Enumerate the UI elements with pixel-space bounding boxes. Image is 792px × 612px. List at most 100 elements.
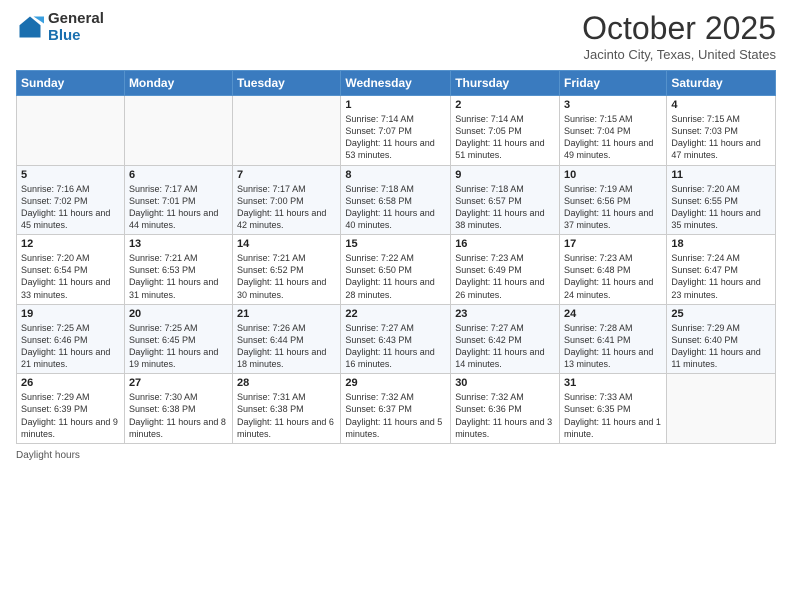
title-block: October 2025 Jacinto City, Texas, United… bbox=[582, 10, 776, 62]
weekday-header: Saturday bbox=[667, 71, 776, 96]
logo-icon bbox=[16, 13, 44, 41]
calendar-week-row: 26Sunrise: 7:29 AM Sunset: 6:39 PM Dayli… bbox=[17, 374, 776, 444]
day-info: Sunrise: 7:25 AM Sunset: 6:46 PM Dayligh… bbox=[21, 322, 120, 371]
day-number: 2 bbox=[455, 99, 555, 111]
day-info: Sunrise: 7:14 AM Sunset: 7:07 PM Dayligh… bbox=[345, 113, 446, 162]
weekday-header: Friday bbox=[560, 71, 667, 96]
day-info: Sunrise: 7:20 AM Sunset: 6:55 PM Dayligh… bbox=[671, 183, 771, 232]
calendar-cell: 24 Sunrise: 7:28 AM Sunset: 6:41 PM Dayli… bbox=[560, 304, 667, 374]
day-number: 15 bbox=[345, 238, 446, 250]
weekday-header: Thursday bbox=[451, 71, 560, 96]
day-info: Sunrise: 7:21 AM Sunset: 6:53 PM Dayligh… bbox=[129, 252, 228, 301]
day-number: 17 bbox=[564, 238, 662, 250]
day-info: Sunrise: 7:23 AM Sunset: 6:48 PM Dayligh… bbox=[564, 252, 662, 301]
day-number: 23 bbox=[455, 308, 555, 320]
day-info: Sunrise: 7:20 AM Sunset: 6:54 PM Dayligh… bbox=[21, 252, 120, 301]
logo-blue-text: Blue bbox=[48, 27, 104, 44]
day-info: Sunrise: 7:18 AM Sunset: 6:58 PM Dayligh… bbox=[345, 183, 446, 232]
calendar-cell: 12Sunrise: 7:20 AM Sunset: 6:54 PM Dayli… bbox=[17, 235, 125, 305]
calendar-cell: 3Sunrise: 7:15 AM Sunset: 7:04 PM Daylig… bbox=[560, 96, 667, 166]
calendar-week-row: 5 Sunrise: 7:16 AM Sunset: 7:02 PM Daylig… bbox=[17, 165, 776, 235]
day-number: 31 bbox=[564, 377, 662, 389]
footer: Daylight hours bbox=[16, 450, 776, 461]
day-info: Sunrise: 7:16 AM Sunset: 7:02 PM Dayligh… bbox=[21, 183, 120, 232]
day-number: 24 bbox=[564, 308, 662, 320]
day-info: Sunrise: 7:15 AM Sunset: 7:04 PM Dayligh… bbox=[564, 113, 662, 162]
calendar-cell: 15Sunrise: 7:22 AM Sunset: 6:50 PM Dayli… bbox=[341, 235, 451, 305]
day-number: 13 bbox=[129, 238, 228, 250]
day-number: 9 bbox=[455, 169, 555, 181]
day-number: 6 bbox=[129, 169, 228, 181]
calendar-cell: 23 Sunrise: 7:27 AM Sunset: 6:42 PM Dayli… bbox=[451, 304, 560, 374]
day-info: Sunrise: 7:25 AM Sunset: 6:45 PM Dayligh… bbox=[129, 322, 228, 371]
daylight-hours-label: Daylight hours bbox=[16, 450, 80, 461]
day-info: Sunrise: 7:27 AM Sunset: 6:43 PM Dayligh… bbox=[345, 322, 446, 371]
day-number: 8 bbox=[345, 169, 446, 181]
calendar-cell: 17 Sunrise: 7:23 AM Sunset: 6:48 PM Dayli… bbox=[560, 235, 667, 305]
calendar-cell: 1Sunrise: 7:14 AM Sunset: 7:07 PM Daylig… bbox=[341, 96, 451, 166]
day-info: Sunrise: 7:26 AM Sunset: 6:44 PM Dayligh… bbox=[237, 322, 336, 371]
calendar-cell: 14 Sunrise: 7:21 AM Sunset: 6:52 PM Dayli… bbox=[233, 235, 341, 305]
calendar-cell: 2Sunrise: 7:14 AM Sunset: 7:05 PM Daylig… bbox=[451, 96, 560, 166]
calendar-cell: 29Sunrise: 7:32 AM Sunset: 6:37 PM Dayli… bbox=[341, 374, 451, 444]
calendar-cell: 9 Sunrise: 7:18 AM Sunset: 6:57 PM Daylig… bbox=[451, 165, 560, 235]
day-info: Sunrise: 7:15 AM Sunset: 7:03 PM Dayligh… bbox=[671, 113, 771, 162]
calendar-cell: 16 Sunrise: 7:23 AM Sunset: 6:49 PM Dayli… bbox=[451, 235, 560, 305]
day-number: 4 bbox=[671, 99, 771, 111]
calendar-cell: 8 Sunrise: 7:18 AM Sunset: 6:58 PM Daylig… bbox=[341, 165, 451, 235]
day-info: Sunrise: 7:32 AM Sunset: 6:37 PM Dayligh… bbox=[345, 391, 446, 440]
day-info: Sunrise: 7:30 AM Sunset: 6:38 PM Dayligh… bbox=[129, 391, 228, 440]
calendar-cell: 28Sunrise: 7:31 AM Sunset: 6:38 PM Dayli… bbox=[233, 374, 341, 444]
calendar-cell: 26Sunrise: 7:29 AM Sunset: 6:39 PM Dayli… bbox=[17, 374, 125, 444]
day-number: 5 bbox=[21, 169, 120, 181]
page: General Blue October 2025 Jacinto City, … bbox=[0, 0, 792, 612]
weekday-header: Monday bbox=[124, 71, 232, 96]
day-info: Sunrise: 7:23 AM Sunset: 6:49 PM Dayligh… bbox=[455, 252, 555, 301]
calendar-cell: 20 Sunrise: 7:25 AM Sunset: 6:45 PM Dayli… bbox=[124, 304, 232, 374]
day-number: 25 bbox=[671, 308, 771, 320]
day-info: Sunrise: 7:21 AM Sunset: 6:52 PM Dayligh… bbox=[237, 252, 336, 301]
logo: General Blue bbox=[16, 10, 104, 45]
day-number: 21 bbox=[237, 308, 336, 320]
month-title: October 2025 bbox=[582, 10, 776, 47]
calendar-cell bbox=[124, 96, 232, 166]
weekday-header: Tuesday bbox=[233, 71, 341, 96]
day-number: 26 bbox=[21, 377, 120, 389]
day-info: Sunrise: 7:28 AM Sunset: 6:41 PM Dayligh… bbox=[564, 322, 662, 371]
day-number: 27 bbox=[129, 377, 228, 389]
calendar-cell: 25 Sunrise: 7:29 AM Sunset: 6:40 PM Dayli… bbox=[667, 304, 776, 374]
calendar-cell: 21 Sunrise: 7:26 AM Sunset: 6:44 PM Dayli… bbox=[233, 304, 341, 374]
day-info: Sunrise: 7:19 AM Sunset: 6:56 PM Dayligh… bbox=[564, 183, 662, 232]
day-number: 7 bbox=[237, 169, 336, 181]
calendar-cell bbox=[17, 96, 125, 166]
day-info: Sunrise: 7:17 AM Sunset: 7:01 PM Dayligh… bbox=[129, 183, 228, 232]
calendar-cell: 4 Sunrise: 7:15 AM Sunset: 7:03 PM Daylig… bbox=[667, 96, 776, 166]
day-number: 20 bbox=[129, 308, 228, 320]
calendar-cell: 27 Sunrise: 7:30 AM Sunset: 6:38 PM Dayli… bbox=[124, 374, 232, 444]
calendar-week-row: 12Sunrise: 7:20 AM Sunset: 6:54 PM Dayli… bbox=[17, 235, 776, 305]
day-info: Sunrise: 7:31 AM Sunset: 6:38 PM Dayligh… bbox=[237, 391, 336, 440]
calendar-week-row: 19Sunrise: 7:25 AM Sunset: 6:46 PM Dayli… bbox=[17, 304, 776, 374]
day-info: Sunrise: 7:27 AM Sunset: 6:42 PM Dayligh… bbox=[455, 322, 555, 371]
calendar-cell: 19Sunrise: 7:25 AM Sunset: 6:46 PM Dayli… bbox=[17, 304, 125, 374]
calendar-cell: 18Sunrise: 7:24 AM Sunset: 6:47 PM Dayli… bbox=[667, 235, 776, 305]
day-number: 18 bbox=[671, 238, 771, 250]
day-info: Sunrise: 7:33 AM Sunset: 6:35 PM Dayligh… bbox=[564, 391, 662, 440]
day-info: Sunrise: 7:17 AM Sunset: 7:00 PM Dayligh… bbox=[237, 183, 336, 232]
calendar-cell bbox=[233, 96, 341, 166]
calendar-week-row: 1Sunrise: 7:14 AM Sunset: 7:07 PM Daylig… bbox=[17, 96, 776, 166]
day-number: 30 bbox=[455, 377, 555, 389]
day-number: 11 bbox=[671, 169, 771, 181]
header: General Blue October 2025 Jacinto City, … bbox=[16, 10, 776, 62]
calendar-cell: 10Sunrise: 7:19 AM Sunset: 6:56 PM Dayli… bbox=[560, 165, 667, 235]
day-info: Sunrise: 7:18 AM Sunset: 6:57 PM Dayligh… bbox=[455, 183, 555, 232]
calendar: SundayMondayTuesdayWednesdayThursdayFrid… bbox=[16, 70, 776, 444]
day-info: Sunrise: 7:29 AM Sunset: 6:40 PM Dayligh… bbox=[671, 322, 771, 371]
location: Jacinto City, Texas, United States bbox=[582, 47, 776, 62]
calendar-header-row: SundayMondayTuesdayWednesdayThursdayFrid… bbox=[17, 71, 776, 96]
day-number: 16 bbox=[455, 238, 555, 250]
calendar-cell: 6 Sunrise: 7:17 AM Sunset: 7:01 PM Daylig… bbox=[124, 165, 232, 235]
calendar-cell: 7 Sunrise: 7:17 AM Sunset: 7:00 PM Daylig… bbox=[233, 165, 341, 235]
day-number: 22 bbox=[345, 308, 446, 320]
day-number: 14 bbox=[237, 238, 336, 250]
